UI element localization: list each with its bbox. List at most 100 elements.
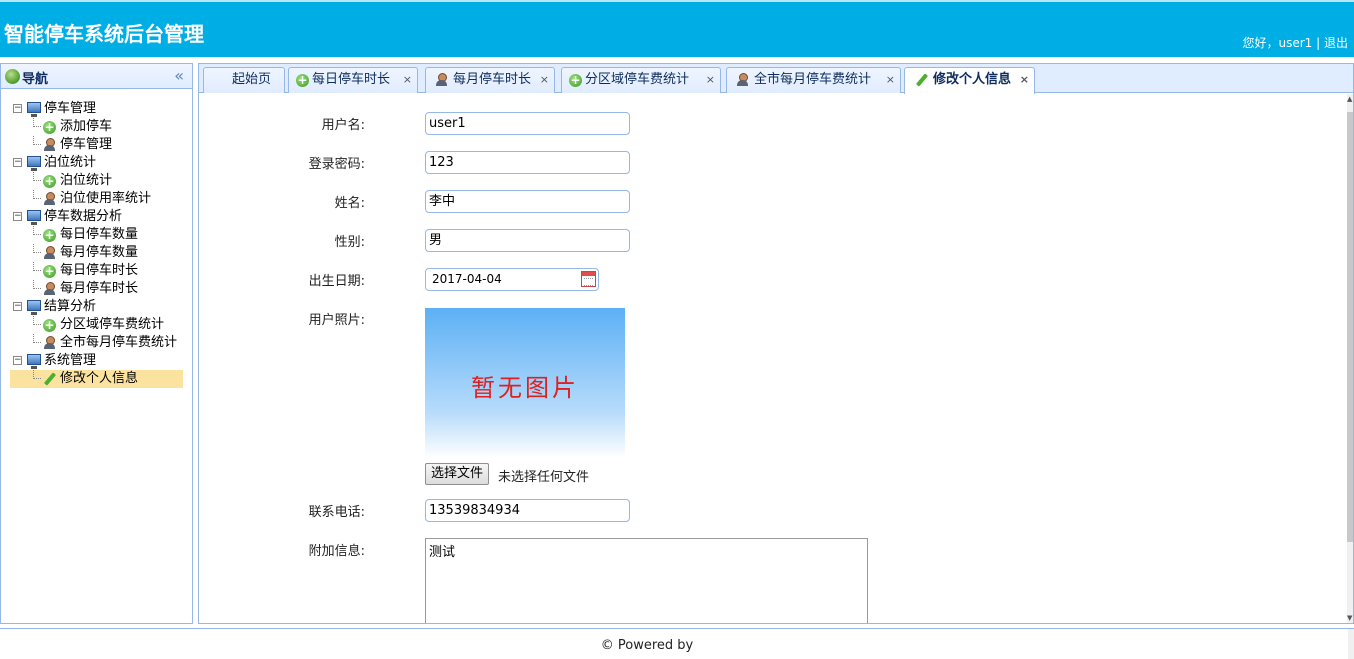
birth-label: 出生日期:	[308, 274, 365, 289]
nav-item-label: 停车管理	[60, 137, 113, 152]
nav-group[interactable]: − 停车数据分析	[1, 208, 192, 226]
username-label: 用户名:	[321, 118, 365, 133]
close-icon[interactable]: ×	[1020, 68, 1029, 92]
content-scrollbar[interactable]: ▲ ▼	[1347, 94, 1353, 623]
footer-scrollbar[interactable]	[1348, 629, 1354, 659]
plus-icon	[43, 226, 56, 244]
tab-label: 修改个人信息	[933, 72, 1012, 87]
name-label: 姓名:	[334, 196, 365, 211]
plus-icon	[296, 68, 309, 92]
password-label: 登录密码:	[308, 157, 365, 172]
tree-line	[33, 136, 41, 145]
phone-input[interactable]: 13539834934	[425, 499, 630, 522]
app-title: 智能停车系统后台管理	[4, 22, 204, 46]
user-icon	[43, 138, 56, 152]
calendar-icon[interactable]	[581, 271, 596, 287]
scroll-down-icon[interactable]: ▼	[1347, 613, 1353, 623]
nav-item[interactable]: 每月停车数量	[1, 244, 192, 262]
collapse-toggle-icon[interactable]: −	[13, 302, 22, 311]
plus-icon	[569, 68, 582, 92]
nav-item[interactable]: 每日停车时长	[1, 262, 192, 280]
nav-item[interactable]: 全市每月停车费统计	[1, 334, 192, 352]
nav-item[interactable]: 停车管理	[1, 136, 192, 154]
computer-icon	[27, 210, 41, 225]
plus-icon	[43, 316, 56, 334]
tab[interactable]: 每月停车时长 ×	[425, 67, 555, 93]
plus-icon	[43, 172, 56, 190]
scroll-thumb[interactable]	[1347, 112, 1353, 542]
tree-line	[33, 316, 41, 325]
nav-item-label: 泊位使用率统计	[60, 191, 152, 206]
tree-line	[33, 118, 41, 127]
user-bar: 您好，user1 | 退出	[1242, 34, 1348, 51]
nav-item-label: 每月停车数量	[60, 245, 139, 260]
extra-info-label: 附加信息:	[308, 544, 365, 559]
close-icon[interactable]: ×	[886, 68, 895, 92]
close-icon[interactable]: ×	[403, 68, 412, 92]
nav-item-label: 修改个人信息	[60, 371, 139, 386]
computer-icon	[27, 102, 41, 117]
nav-item-label: 每日停车时长	[60, 263, 139, 278]
user-icon	[43, 246, 56, 260]
birth-date-input[interactable]: 2017-04-04	[425, 268, 599, 291]
tree-line	[33, 226, 41, 235]
collapse-icon[interactable]: «	[174, 66, 184, 85]
nav-tree: −停车管理添加停车停车管理−泊位统计泊位统计泊位使用率统计−停车数据分析每日停车…	[1, 100, 192, 388]
password-input[interactable]: 123	[425, 151, 630, 174]
plus-icon	[43, 262, 56, 280]
username-input[interactable]: user1	[425, 112, 630, 135]
logout-link[interactable]: 退出	[1324, 36, 1348, 50]
gender-input[interactable]: 男	[425, 229, 630, 252]
nav-item[interactable]: 添加停车	[1, 118, 192, 136]
profile-form: 用户名: user1 登录密码: 123 姓名: 李中 性别: 男 出生日期: …	[199, 94, 1353, 623]
globe-icon	[5, 69, 20, 84]
user-icon	[43, 192, 56, 206]
close-icon[interactable]: ×	[540, 68, 549, 92]
nav-item[interactable]: 泊位统计	[1, 172, 192, 190]
greeting-text: 您好，user1	[1242, 36, 1313, 50]
tab-label: 每日停车时长	[312, 72, 391, 87]
extra-info-textarea[interactable]: 测试	[425, 538, 868, 623]
nav-group-label: 系统管理	[44, 353, 97, 368]
nav-item[interactable]: 每月停车时长	[1, 280, 192, 298]
close-icon[interactable]: ×	[706, 68, 715, 92]
collapse-toggle-icon[interactable]: −	[13, 356, 22, 365]
nav-header: 导航 «	[1, 64, 192, 89]
collapse-toggle-icon[interactable]: −	[13, 212, 22, 221]
tab[interactable]: 每日停车时长 ×	[288, 67, 418, 93]
name-input[interactable]: 李中	[425, 190, 630, 213]
nav-panel: 导航 « −停车管理添加停车停车管理−泊位统计泊位统计泊位使用率统计−停车数据分…	[0, 63, 193, 624]
nav-item[interactable]: 每日停车数量	[1, 226, 192, 244]
nav-item[interactable]: 分区域停车费统计	[1, 316, 192, 334]
app-header: 智能停车系统后台管理 您好，user1 | 退出	[0, 0, 1354, 57]
pencil-icon	[915, 73, 929, 87]
nav-group-label: 结算分析	[44, 299, 97, 314]
tab[interactable]: 修改个人信息 ×	[904, 67, 1035, 94]
photo-placeholder-text: 暂无图片	[471, 374, 579, 402]
nav-group[interactable]: − 系统管理	[1, 352, 192, 370]
powered-by-text: © Powered by	[600, 638, 694, 653]
tab-label: 起始页	[232, 72, 272, 87]
nav-group[interactable]: − 泊位统计	[1, 154, 192, 172]
nav-group[interactable]: − 停车管理	[1, 100, 192, 118]
nav-group[interactable]: − 结算分析	[1, 298, 192, 316]
nav-item[interactable]: 泊位使用率统计	[1, 190, 192, 208]
pencil-icon	[43, 372, 57, 386]
scroll-up-icon[interactable]: ▲	[1347, 94, 1353, 104]
tab-bar: 起始页每日停车时长×每月停车时长×分区域停车费统计×全市每月停车费统计×修改个人…	[199, 64, 1353, 94]
tab[interactable]: 全市每月停车费统计 ×	[726, 67, 901, 93]
nav-item-label: 添加停车	[60, 119, 113, 134]
collapse-toggle-icon[interactable]: −	[13, 158, 22, 167]
nav-group-label: 停车数据分析	[44, 209, 123, 224]
header-separator: |	[1316, 36, 1321, 50]
nav-title: 导航	[22, 72, 49, 87]
computer-icon	[27, 156, 41, 171]
tab[interactable]: 起始页	[203, 67, 285, 93]
tab[interactable]: 分区域停车费统计 ×	[561, 67, 721, 93]
nav-item-label: 全市每月停车费统计	[60, 335, 178, 350]
choose-file-button[interactable]: 选择文件	[425, 463, 490, 485]
collapse-toggle-icon[interactable]: −	[13, 104, 22, 113]
nav-item[interactable]: 修改个人信息	[10, 370, 183, 388]
nav-group-label: 泊位统计	[44, 155, 97, 170]
tree-line	[33, 244, 41, 253]
